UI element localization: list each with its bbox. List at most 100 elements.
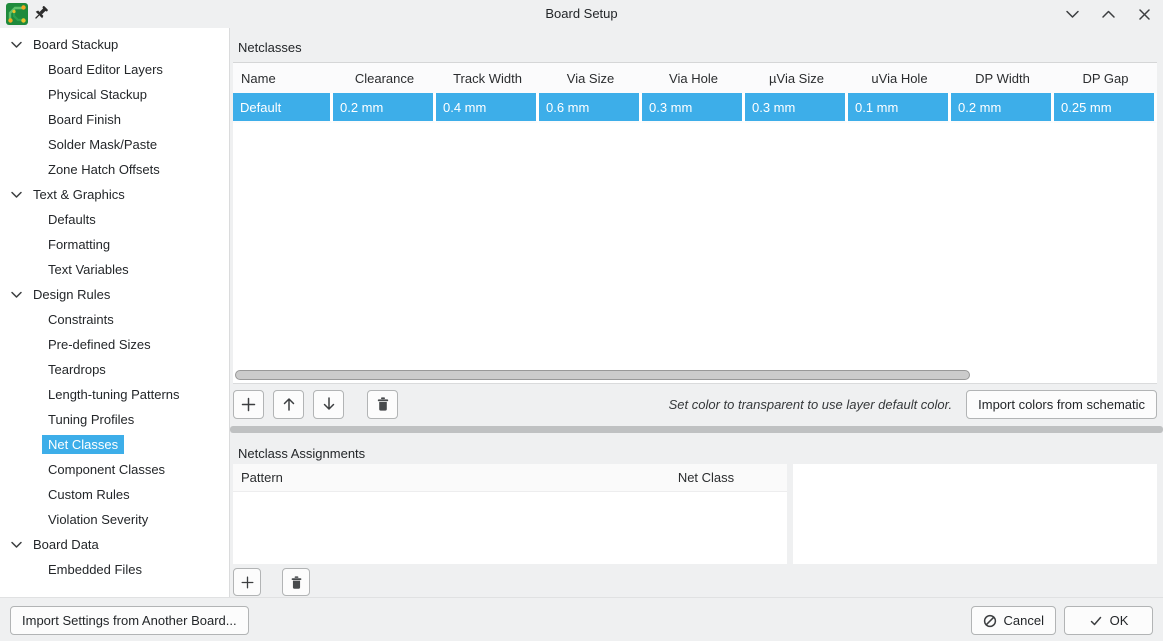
chevron-down-icon (10, 288, 23, 301)
sidebar-item-label: Text Variables (48, 262, 129, 277)
sidebar-item-physical-stackup[interactable]: Physical Stackup (0, 82, 229, 107)
sidebar-item-solder-mask-paste[interactable]: Solder Mask/Paste (0, 132, 229, 157)
sidebar-item-teardrops[interactable]: Teardrops (0, 357, 229, 382)
sidebar-item-board-data[interactable]: Board Data (0, 532, 229, 557)
import-colors-button[interactable]: Import colors from schematic (966, 390, 1157, 419)
sidebar-item-label: Embedded Files (48, 562, 142, 577)
delete-netclass-button[interactable] (367, 390, 398, 419)
arrow-down-icon (321, 396, 337, 412)
column-header-via-hole[interactable]: Via Hole (642, 63, 745, 93)
sidebar-item-label: Custom Rules (48, 487, 130, 502)
cell-clearance[interactable]: 0.2 mm (333, 93, 436, 123)
sidebar-item-zone-hatch-offsets[interactable]: Zone Hatch Offsets (0, 157, 229, 182)
sidebar-item-label: Zone Hatch Offsets (48, 162, 160, 177)
window-title: Board Setup (0, 0, 1163, 28)
sidebar-item-label: Design Rules (33, 287, 110, 302)
splitter-sash[interactable] (230, 426, 1163, 433)
netclasses-grid: Name Clearance Track Width Via Size Via … (233, 62, 1157, 384)
sidebar-item-label: Solder Mask/Paste (48, 137, 157, 152)
column-header-track-width[interactable]: Track Width (436, 63, 539, 93)
sidebar-item-label: Board Editor Layers (48, 62, 163, 77)
move-netclass-up-button[interactable] (273, 390, 304, 419)
sidebar-item-label: Violation Severity (48, 512, 148, 527)
chevron-down-icon (10, 538, 23, 551)
column-header-net-class[interactable]: Net Class (625, 464, 787, 491)
sidebar-item-length-tuning-patterns[interactable]: Length-tuning Patterns (0, 382, 229, 407)
assignments-table: Pattern Net Class (233, 464, 787, 564)
sidebar-item-label: Length-tuning Patterns (48, 387, 180, 402)
ok-button[interactable]: OK (1064, 606, 1153, 635)
netclasses-grid-body (233, 123, 1157, 368)
sidebar-item-defaults[interactable]: Defaults (0, 207, 229, 232)
maximize-button[interactable] (1096, 2, 1121, 27)
cell-via-hole[interactable]: 0.3 mm (642, 93, 745, 123)
cell-uvia-hole[interactable]: 0.1 mm (848, 93, 951, 123)
horizontal-scrollbar[interactable] (233, 368, 1157, 384)
add-assignment-button[interactable] (233, 568, 261, 596)
add-netclass-button[interactable] (233, 390, 264, 419)
move-netclass-down-button[interactable] (313, 390, 344, 419)
import-settings-button[interactable]: Import Settings from Another Board... (10, 606, 249, 635)
chevron-down-icon (1065, 7, 1080, 22)
cell-via-size[interactable]: 0.6 mm (539, 93, 642, 123)
sidebar-item-board-stackup[interactable]: Board Stackup (0, 32, 229, 57)
cell-dp-gap[interactable]: 0.25 mm (1054, 93, 1157, 123)
sidebar-item-label: Component Classes (48, 462, 165, 477)
sidebar-item-constraints[interactable]: Constraints (0, 307, 229, 332)
sidebar-item-formatting[interactable]: Formatting (0, 232, 229, 257)
settings-tree: Board Stackup Board Editor Layers Physic… (0, 28, 230, 597)
assignments-preview-panel (793, 464, 1157, 564)
cancel-button[interactable]: Cancel (971, 606, 1056, 635)
sidebar-item-net-classes[interactable]: Net Classes (0, 432, 229, 457)
sidebar-item-embedded-files[interactable]: Embedded Files (0, 557, 229, 582)
plus-icon (240, 575, 255, 590)
sidebar-item-text-graphics[interactable]: Text & Graphics (0, 182, 229, 207)
sidebar-item-label: Board Stackup (33, 37, 118, 52)
sidebar-item-board-editor-layers[interactable]: Board Editor Layers (0, 57, 229, 82)
column-header-via-size[interactable]: Via Size (539, 63, 642, 93)
trash-icon (289, 575, 304, 590)
close-button[interactable] (1132, 2, 1157, 27)
chevron-down-icon (10, 38, 23, 51)
column-header-dp-width[interactable]: DP Width (951, 63, 1054, 93)
window-controls (1060, 0, 1157, 28)
delete-assignment-button[interactable] (282, 568, 310, 596)
column-header-name[interactable]: Name (233, 63, 333, 93)
sidebar-item-custom-rules[interactable]: Custom Rules (0, 482, 229, 507)
sidebar-item-component-classes[interactable]: Component Classes (0, 457, 229, 482)
sidebar-item-label: Defaults (48, 212, 96, 227)
dialog-footer: Import Settings from Another Board... Ca… (0, 597, 1163, 641)
column-header-dp-gap[interactable]: DP Gap (1054, 63, 1157, 93)
netclasses-grid-header: Name Clearance Track Width Via Size Via … (233, 63, 1157, 93)
plus-icon (240, 396, 257, 413)
sidebar-item-pre-defined-sizes[interactable]: Pre-defined Sizes (0, 332, 229, 357)
sidebar-item-label: Constraints (48, 312, 114, 327)
cancel-label: Cancel (1004, 613, 1044, 628)
sidebar-item-text-variables[interactable]: Text Variables (0, 257, 229, 282)
chevron-up-icon (1101, 7, 1116, 22)
chevron-down-icon (10, 188, 23, 201)
titlebar: Board Setup (0, 0, 1163, 28)
horizontal-scrollbar-thumb[interactable] (235, 370, 970, 380)
cell-track-width[interactable]: 0.4 mm (436, 93, 539, 123)
sidebar-item-violation-severity[interactable]: Violation Severity (0, 507, 229, 532)
sidebar-item-label: Text & Graphics (33, 187, 125, 202)
column-header-clearance[interactable]: Clearance (333, 63, 436, 93)
assignments-toolbar (233, 568, 310, 596)
cell-name[interactable]: Default (233, 93, 333, 123)
sidebar-item-board-finish[interactable]: Board Finish (0, 107, 229, 132)
sidebar-item-tuning-profiles[interactable]: Tuning Profiles (0, 407, 229, 432)
sidebar-item-label: Pre-defined Sizes (48, 337, 151, 352)
assignments-section-label: Netclass Assignments (238, 446, 365, 461)
assignments-table-header: Pattern Net Class (233, 464, 787, 492)
cell-uvia-size[interactable]: 0.3 mm (745, 93, 848, 123)
netclasses-toolbar: Set color to transparent to use layer de… (233, 388, 1157, 420)
cell-dp-width[interactable]: 0.2 mm (951, 93, 1054, 123)
column-header-pattern[interactable]: Pattern (233, 464, 625, 491)
netclass-row-default[interactable]: Default 0.2 mm 0.4 mm 0.6 mm 0.3 mm 0.3 … (233, 93, 1157, 123)
column-header-uvia-hole[interactable]: uVia Hole (848, 63, 951, 93)
check-icon (1089, 614, 1103, 628)
column-header-uvia-size[interactable]: µVia Size (745, 63, 848, 93)
minimize-button[interactable] (1060, 2, 1085, 27)
sidebar-item-design-rules[interactable]: Design Rules (0, 282, 229, 307)
